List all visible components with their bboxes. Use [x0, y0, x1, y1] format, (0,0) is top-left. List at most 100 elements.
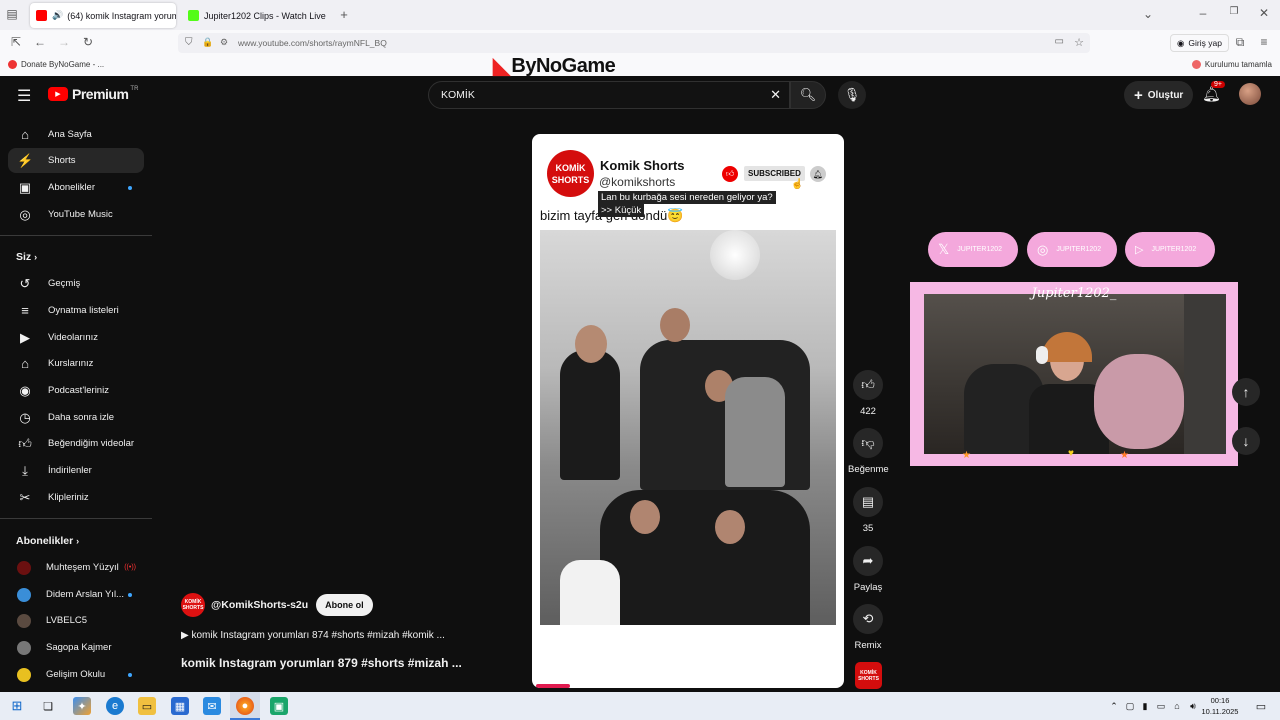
sidebar-sub-item[interactable]: LVBELC5: [8, 608, 144, 633]
microphone-icon: 🎙︎: [843, 87, 861, 102]
tab-list-chevron-icon[interactable]: ⌄: [1140, 7, 1156, 21]
previous-short-button[interactable]: ↑: [1232, 378, 1260, 406]
you-section-header[interactable]: Siz ›: [16, 251, 37, 263]
sidebar-item-watch-later[interactable]: ◷ Daha sonra izle: [8, 405, 144, 430]
create-button[interactable]: + Oluştur: [1124, 81, 1194, 109]
sidebar-item-courses[interactable]: ⌂ Kurslarınız: [8, 351, 144, 376]
pill-label: JUPITER1202: [1151, 246, 1197, 253]
sidebar-sub-item[interactable]: Didem Arslan Yıl...: [8, 582, 144, 607]
sidebar-item-downloads[interactable]: ⤓ İndirilenler: [8, 458, 144, 483]
sidebar-sub-item[interactable]: Gelişim Okulu: [8, 662, 144, 687]
clock[interactable]: 00:16 10.11.2025: [1200, 695, 1240, 717]
tab-youtube[interactable]: 🔊 (64) komik Instagram yorumları ✕: [30, 3, 176, 28]
mail-icon[interactable]: ✉: [203, 697, 221, 715]
store-icon[interactable]: ▦: [171, 697, 189, 715]
minimize-icon[interactable]: –: [1195, 6, 1211, 20]
tab-overview-icon[interactable]: ▤: [4, 7, 20, 21]
sidebar-item-podcasts[interactable]: ◉ Podcast'leriniz: [8, 378, 144, 403]
subscribe-button[interactable]: Abone ol: [316, 594, 373, 616]
divider: [0, 235, 152, 236]
avatar[interactable]: [1239, 83, 1261, 105]
new-tab-button[interactable]: +: [336, 7, 352, 22]
sidebar-item-label: Sagopa Kajmer: [46, 642, 112, 653]
short-description[interactable]: ▶ komik Instagram yorumları 874 #shorts …: [181, 630, 445, 641]
sidebar-item-label: LVBELC5: [46, 615, 88, 626]
divider: [0, 518, 152, 519]
sidebar-item-clips[interactable]: ✂ Klipleriniz: [8, 485, 144, 510]
task-view-icon[interactable]: ❏: [39, 697, 57, 715]
search-icon: 🔍︎: [799, 87, 817, 102]
remix-button[interactable]: ⟲ Remix: [848, 604, 888, 651]
pill-label: JUPITER1202: [957, 246, 1003, 253]
setup-complete-item[interactable]: Kurulumu tamamla: [1191, 60, 1272, 69]
search-input[interactable]: KOMİK ✕: [428, 81, 790, 109]
menu-icon[interactable]: ≡: [1256, 35, 1272, 49]
sound-thumbnail[interactable]: KOMİK SHORTS: [855, 662, 882, 689]
next-short-button[interactable]: ↓: [1232, 427, 1260, 455]
copilot-icon[interactable]: ✦: [73, 697, 91, 715]
tab-kick[interactable]: Jupiter1202 Clips - Watch Live o ✕: [182, 3, 328, 28]
short-video-card[interactable]: KOMİK SHORTS Komik Shorts @komikshorts 👍…: [532, 134, 844, 688]
window-close-icon[interactable]: ✕: [1256, 6, 1272, 20]
subscriptions-section-header[interactable]: Abonelikler ›: [16, 535, 79, 547]
reader-mode-icon[interactable]: ▭: [1055, 36, 1064, 47]
sidebar-item-home[interactable]: ⌂ Ana Sayfa: [8, 122, 144, 147]
search-button[interactable]: 🔍︎: [790, 81, 826, 109]
short-video-frame[interactable]: [540, 230, 836, 625]
extensions-icon[interactable]: ⧉: [1232, 35, 1248, 50]
hamburger-menu-icon[interactable]: ☰: [17, 86, 31, 106]
channel-avatar: [17, 587, 31, 602]
reload-icon[interactable]: ↻: [80, 35, 96, 49]
back-icon[interactable]: ←: [32, 35, 48, 49]
bookmark-star-icon[interactable]: ☆: [1074, 36, 1084, 49]
edge-icon[interactable]: e: [106, 697, 124, 715]
dislike-button[interactable]: 👎︎ Beğenme: [848, 428, 889, 475]
arrow-down-icon: ↓: [1242, 433, 1250, 449]
channel-avatar[interactable]: KOMİK SHORTS: [181, 593, 205, 617]
comment-count: 35: [862, 523, 874, 534]
sidebar-toggle-icon[interactable]: ⇱: [8, 35, 24, 49]
youtube-logo[interactable]: ▶ Premium TR: [48, 86, 138, 102]
app-icon[interactable]: ▣: [270, 697, 288, 715]
webcam-feed: [924, 294, 1226, 454]
file-explorer-icon[interactable]: ▭: [138, 697, 156, 715]
tab-label: Jupiter1202 Clips - Watch Live o: [204, 10, 328, 21]
share-button[interactable]: ➦ Paylaş: [848, 546, 888, 593]
bookmark-item[interactable]: Donate ByNoGame - ...: [8, 60, 104, 69]
voice-search-button[interactable]: 🎙︎: [838, 81, 866, 109]
firefox-icon: [1191, 60, 1201, 69]
sidebar-item-subscriptions[interactable]: ▣ Abonelikler: [8, 175, 144, 200]
bynogame-favicon-icon: [8, 60, 17, 69]
url-bar[interactable]: ⛉ 🔒 ⚙ www.youtube.com/shorts/raymNFL_BQ …: [178, 33, 1090, 53]
restore-icon[interactable]: ❐: [1226, 6, 1242, 17]
firefox-icon[interactable]: ●: [236, 697, 254, 715]
sidebar-item-shorts[interactable]: ⚡ Shorts: [8, 148, 144, 173]
new-content-dot: [128, 185, 132, 190]
dislike-label: Beğenme: [848, 464, 889, 475]
download-icon: ⤓: [22, 462, 28, 478]
short-channel-row: KOMİK SHORTS @KomikShorts-s2u Abone ol: [181, 593, 373, 617]
like-button[interactable]: 👍︎ 422: [848, 370, 888, 417]
notification-center-icon[interactable]: ▭: [1252, 697, 1270, 715]
forward-icon[interactable]: →: [56, 35, 72, 49]
channel-avatar: [17, 613, 31, 628]
notifications-button[interactable]: 🔔︎ 9+: [1202, 81, 1225, 103]
sidebar-item-liked-videos[interactable]: 👍︎ Beğendiğim videolar: [8, 431, 144, 456]
sidebar-item-label: Videolarınız: [48, 332, 98, 343]
sidebar-item-music[interactable]: ◎ YouTube Music: [8, 202, 144, 227]
streamer-name: Jupiter1202_: [1031, 286, 1117, 301]
clear-search-icon[interactable]: ✕: [770, 87, 781, 103]
sidebar-item-history[interactable]: ↺ Geçmiş: [8, 271, 144, 296]
sidebar-sub-item[interactable]: Muhteşem Yüzyıl ((•)): [8, 555, 144, 580]
comments-button[interactable]: ▤ 35: [848, 487, 888, 534]
sidebar-item-label: Abonelikler: [48, 182, 95, 193]
sidebar-item-your-videos[interactable]: ▶ Videolarınız: [8, 325, 144, 350]
sidebar-item-label: Daha sonra izle: [48, 412, 115, 423]
footer-channel-name[interactable]: @KomikShorts-s2u: [211, 599, 308, 611]
tab-bar: ▤ 🔊 (64) komik Instagram yorumları ✕ Jup…: [0, 0, 1280, 30]
sidebar-item-playlists[interactable]: ≡ Oynatma listeleri: [8, 298, 144, 323]
sidebar-sub-item[interactable]: Sagopa Kajmer: [8, 635, 144, 660]
windows-start-icon[interactable]: ⊞: [8, 697, 26, 715]
permissions-icon: ⚙: [220, 37, 229, 47]
signin-button[interactable]: ◉ Giriş yap: [1170, 34, 1229, 52]
